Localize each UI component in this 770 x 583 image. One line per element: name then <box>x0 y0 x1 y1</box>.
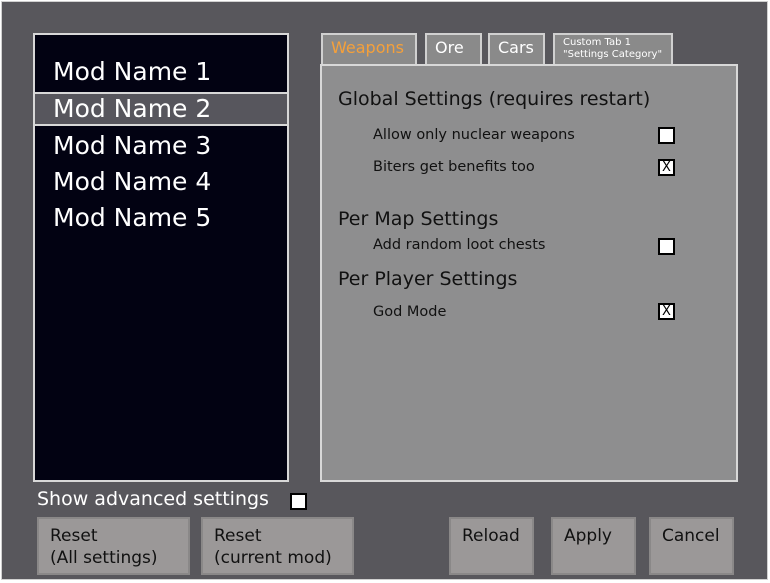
checkbox-loot-chests[interactable] <box>658 238 675 255</box>
advanced-settings-label: Show advanced settings <box>37 488 269 510</box>
option-label: God Mode <box>373 304 447 320</box>
option-label: Add random loot chests <box>373 237 546 253</box>
tab-custom-subtitle: "Settings Category" <box>563 49 663 60</box>
tab-custom-title: Custom Tab 1 <box>563 37 631 48</box>
cancel-button[interactable]: Cancel <box>649 517 734 575</box>
tab-weapons[interactable]: Weapons <box>321 33 417 65</box>
mod-list-item[interactable]: Mod Name 5 <box>35 201 287 235</box>
checkbox-god-mode[interactable]: X <box>658 303 675 320</box>
settings-panel: Global Settings (requires restart) Allow… <box>320 64 738 482</box>
section-title-per-map: Per Map Settings <box>338 208 499 230</box>
mod-list-item[interactable]: Mod Name 1 <box>35 55 287 89</box>
mod-list-item[interactable]: Mod Name 4 <box>35 165 287 199</box>
mod-list-item-selected[interactable]: Mod Name 2 <box>35 92 287 126</box>
option-label: Allow only nuclear weapons <box>373 127 575 143</box>
reset-all-button[interactable]: Reset (All settings) <box>37 517 190 575</box>
checkbox-biters-benefits[interactable]: X <box>658 159 675 176</box>
apply-button[interactable]: Apply <box>551 517 636 575</box>
tab-cars[interactable]: Cars <box>488 33 545 65</box>
checkbox-advanced-settings[interactable] <box>290 493 307 510</box>
section-title-per-player: Per Player Settings <box>338 268 518 290</box>
section-title-global: Global Settings (requires restart) <box>338 88 651 110</box>
checkbox-nuclear-weapons[interactable] <box>658 127 675 144</box>
reset-mod-button[interactable]: Reset (current mod) <box>201 517 354 575</box>
reset-all-sublabel: (All settings) <box>50 548 158 568</box>
reset-all-label: Reset <box>50 526 98 546</box>
tab-custom[interactable]: Custom Tab 1 "Settings Category" <box>553 33 673 65</box>
mod-list[interactable]: Mod Name 1 Mod Name 2 Mod Name 3 Mod Nam… <box>33 33 289 482</box>
reload-button[interactable]: Reload <box>449 517 534 575</box>
tab-ore[interactable]: Ore <box>425 33 482 65</box>
mod-list-item[interactable]: Mod Name 3 <box>35 129 287 163</box>
option-label: Biters get benefits too <box>373 159 535 175</box>
reset-mod-sublabel: (current mod) <box>214 548 332 568</box>
reset-mod-label: Reset <box>214 526 262 546</box>
